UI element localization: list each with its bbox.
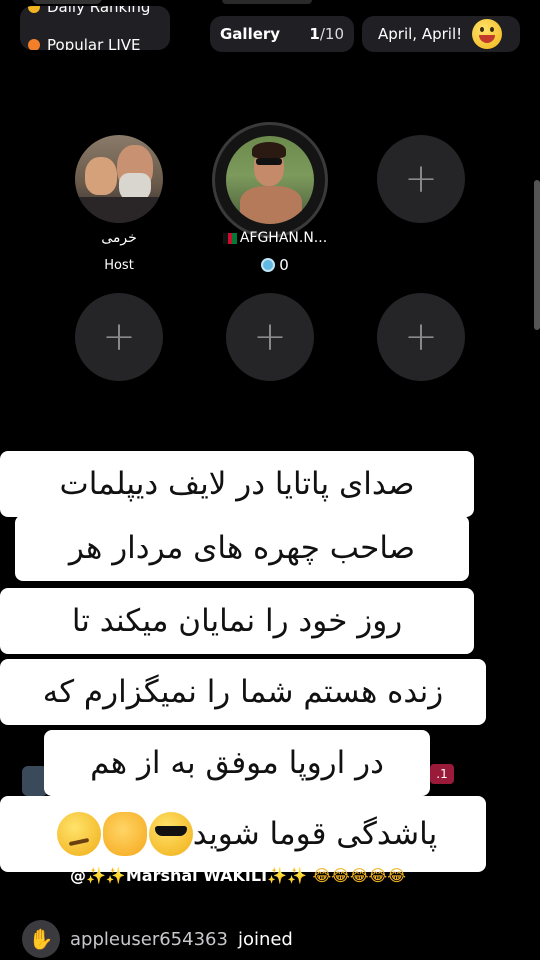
- joined-notice: ✋ appleuser654363 joined: [22, 920, 293, 958]
- side-scroll-indicator[interactable]: [534, 180, 540, 330]
- level-badge: .1: [430, 764, 454, 784]
- laughing-face-icon: [472, 19, 503, 49]
- caption-line: زنده هستم شما را نمیگزارم که: [0, 659, 486, 725]
- caption-line-6: پاشدگی قوما شوید: [192, 816, 438, 852]
- caption-emoji-row: [56, 812, 193, 856]
- joined-verb: joined: [237, 928, 293, 950]
- caption-line: روز خود را نمایان میکند تا: [0, 588, 474, 654]
- caption-line: در اروپا موفق به از هم: [44, 730, 430, 796]
- caption-line: صدای پاتایا در لایف دیپلمات: [0, 451, 474, 517]
- plus-icon: +: [404, 314, 438, 360]
- empty-seat-button[interactable]: +: [377, 135, 465, 223]
- host-role-label: Host: [104, 258, 134, 273]
- gallery-current: 1: [309, 25, 320, 43]
- host-avatar[interactable]: [75, 135, 163, 223]
- april-event-button[interactable]: April, April!: [362, 16, 520, 52]
- header-remnant: [222, 0, 312, 4]
- crown-icon: [28, 6, 40, 13]
- coin-icon: [261, 258, 276, 272]
- empty-seat-button[interactable]: +: [377, 293, 465, 381]
- empty-seat-button[interactable]: +: [75, 293, 163, 381]
- gallery-count: 1/10: [309, 25, 344, 43]
- chat-laugh-emojis: 😂😂😂😂😂: [312, 866, 406, 885]
- guest-name: AFGHAN.N...: [239, 230, 328, 246]
- wave-hand-icon: ✋: [22, 920, 60, 958]
- smirk-emoji-icon: [56, 812, 101, 856]
- caption-line-last: پاشدگی قوما شوید: [0, 796, 486, 872]
- chat-message: @✨✨Marshal WAKILI✨✨ 😂😂😂😂😂: [70, 866, 406, 885]
- guest-score: 0: [279, 256, 289, 274]
- joined-username[interactable]: appleuser654363: [70, 929, 228, 950]
- popular-live-label: Popular LIVE: [47, 36, 141, 50]
- host-name: خرمی: [101, 230, 137, 246]
- gallery-label: Gallery: [220, 25, 281, 43]
- afghanistan-flag-icon: [222, 232, 237, 244]
- guest-name-row: AFGHAN.N...: [215, 230, 335, 246]
- gallery-button[interactable]: Gallery 1/10: [210, 16, 354, 52]
- chat-mention: @✨✨Marshal WAKILI✨✨: [70, 866, 307, 885]
- guest-score-row: 0: [250, 256, 300, 274]
- plus-icon: +: [404, 156, 438, 202]
- plus-icon: +: [253, 314, 287, 360]
- fist-emoji-icon: [102, 812, 147, 856]
- plus-icon: +: [102, 314, 136, 360]
- ranking-pill[interactable]: Daily Ranking Popular LIVE: [20, 6, 170, 50]
- empty-seat-button[interactable]: +: [226, 293, 314, 381]
- header-remnant: [32, 0, 102, 4]
- daily-ranking-row: Daily Ranking: [28, 6, 150, 16]
- fire-icon: [28, 39, 40, 50]
- guest-avatar[interactable]: [226, 136, 314, 224]
- daily-ranking-label: Daily Ranking: [47, 6, 151, 16]
- sunglasses-emoji-icon: [148, 812, 193, 856]
- april-label: April, April!: [378, 25, 463, 43]
- popular-live-row: Popular LIVE: [28, 36, 141, 50]
- gallery-total: /10: [319, 25, 344, 43]
- caption-line: صاحب چهره های مردار هر: [15, 515, 469, 581]
